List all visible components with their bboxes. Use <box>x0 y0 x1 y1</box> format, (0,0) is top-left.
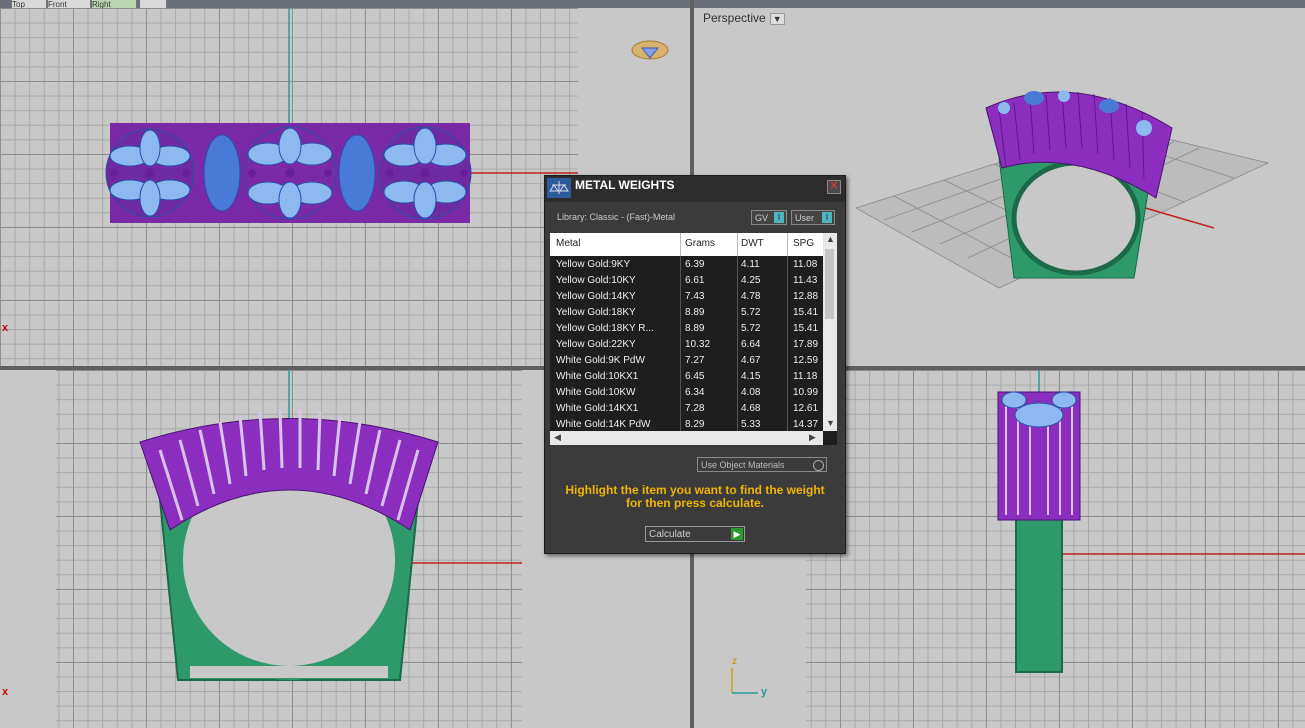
scroll-up-icon[interactable]: ▲ <box>826 234 835 244</box>
close-icon[interactable]: ✕ <box>827 180 841 194</box>
axis-x-marker-front: x <box>2 686 9 698</box>
cell-grams: 7.27 <box>685 355 705 366</box>
table-row[interactable]: Yellow Gold:18KY R... 8.89 5.72 15.41 <box>550 321 823 337</box>
cell-metal: Yellow Gold:9KY <box>556 259 631 270</box>
cell-metal: Yellow Gold:18KY R... <box>556 323 654 334</box>
cell-dwt: 5.72 <box>741 307 761 318</box>
cell-grams: 8.89 <box>685 323 705 334</box>
scroll-left-icon[interactable]: ◀ <box>554 432 561 443</box>
col-spg[interactable]: SPG <box>793 238 814 249</box>
scroll-thumb[interactable] <box>825 249 834 319</box>
col-metal[interactable]: Metal <box>556 238 580 249</box>
table-row[interactable]: Yellow Gold:10KY 6.61 4.25 11.43 <box>550 273 823 289</box>
col-dwt[interactable]: DWT <box>741 238 764 249</box>
cell-spg: 11.08 <box>793 259 818 270</box>
viewport-tab-bar: Top Front Right <box>0 0 1305 8</box>
cell-dwt: 5.72 <box>741 323 761 334</box>
axis-x-marker: x <box>2 322 9 334</box>
scale-logo-icon <box>547 178 571 198</box>
table-row[interactable]: White Gold:10KX1 6.45 4.15 11.18 <box>550 369 823 385</box>
table-header: Metal Grams DWT SPG <box>550 233 823 256</box>
table-vertical-scrollbar[interactable]: ▲ ▼ <box>823 233 837 431</box>
table-row[interactable]: Yellow Gold:22KY 10.32 6.64 17.89 <box>550 337 823 353</box>
cell-spg: 12.88 <box>793 291 819 302</box>
table-row[interactable]: White Gold:10KW 6.34 4.08 10.99 <box>550 385 823 401</box>
cell-metal: Yellow Gold:18KY <box>556 307 636 318</box>
cell-spg: 12.61 <box>793 403 819 414</box>
tab-front[interactable]: Front <box>48 0 91 8</box>
cell-grams: 6.61 <box>685 275 705 286</box>
metal-weights-dialog: METAL WEIGHTS ✕ Library: Classic - (Fast… <box>544 175 846 554</box>
tab-extra[interactable] <box>140 0 167 8</box>
cell-dwt: 4.25 <box>741 275 761 286</box>
play-icon[interactable]: ▶ <box>731 528 743 540</box>
calculate-button[interactable]: Calculate ▶ <box>645 526 745 542</box>
scroll-right-icon[interactable]: ▶ <box>809 432 816 443</box>
cell-metal: White Gold:10KW <box>556 387 636 398</box>
cell-dwt: 5.33 <box>741 419 761 430</box>
cell-dwt: 4.78 <box>741 291 761 302</box>
col-grams[interactable]: Grams <box>685 238 715 249</box>
cell-spg: 10.99 <box>793 387 819 398</box>
cell-grams: 8.89 <box>685 307 705 318</box>
cell-metal: White Gold:10KX1 <box>556 371 639 382</box>
cell-grams: 8.29 <box>685 419 705 430</box>
cell-grams: 6.34 <box>685 387 705 398</box>
cell-grams: 7.28 <box>685 403 705 414</box>
table-row[interactable]: Yellow Gold:18KY 8.89 5.72 15.41 <box>550 305 823 321</box>
cell-spg: 11.18 <box>793 371 818 382</box>
cell-metal: Yellow Gold:14KY <box>556 291 636 302</box>
metal-table: Metal Grams DWT SPG Yellow Gold:9KY 6.39 4… <box>550 233 837 445</box>
cell-spg: 14.37 <box>793 419 819 430</box>
table-row[interactable]: Yellow Gold:9KY 6.39 4.11 11.08 <box>550 257 823 273</box>
cell-metal: Yellow Gold:10KY <box>556 275 636 286</box>
dialog-title-bar[interactable]: METAL WEIGHTS ✕ <box>545 176 845 202</box>
cell-dwt: 4.15 <box>741 371 761 382</box>
cell-grams: 6.39 <box>685 259 705 270</box>
cell-metal: Yellow Gold:22KY <box>556 339 636 350</box>
table-row[interactable]: Yellow Gold:14KY 7.43 4.78 12.88 <box>550 289 823 305</box>
scroll-down-icon[interactable]: ▼ <box>826 418 835 428</box>
use-object-materials-toggle[interactable]: Use Object Materials <box>697 457 827 472</box>
cell-metal: White Gold:14K PdW <box>556 419 651 430</box>
cell-dwt: 4.68 <box>741 403 761 414</box>
cell-metal: White Gold:9K PdW <box>556 355 645 366</box>
cell-grams: 7.43 <box>685 291 705 302</box>
cell-spg: 15.41 <box>793 323 819 334</box>
tab-right[interactable]: Right <box>92 0 137 8</box>
gv-toggle[interactable]: GV I <box>751 210 787 225</box>
table-row[interactable]: White Gold:14KX1 7.28 4.68 12.61 <box>550 401 823 417</box>
cell-dwt: 4.11 <box>741 259 760 270</box>
user-toggle[interactable]: User I <box>791 210 835 225</box>
cell-dwt: 4.08 <box>741 387 761 398</box>
cell-spg: 15.41 <box>793 307 819 318</box>
cell-dwt: 6.64 <box>741 339 761 350</box>
cell-spg: 12.59 <box>793 355 819 366</box>
cell-grams: 6.45 <box>685 371 705 382</box>
table-row[interactable]: White Gold:9K PdW 7.27 4.67 12.59 <box>550 353 823 369</box>
cell-spg: 17.89 <box>793 339 819 350</box>
cell-dwt: 4.67 <box>741 355 761 366</box>
table-horizontal-scrollbar[interactable]: ◀ ▶ <box>550 431 823 445</box>
library-label: Library: Classic - (Fast)-Metal <box>557 212 676 222</box>
cell-metal: White Gold:14KX1 <box>556 403 639 414</box>
hint-text: Highlight the item you want to find the … <box>565 483 825 510</box>
gizmo-z-label: z <box>732 656 737 667</box>
cell-spg: 11.43 <box>793 275 818 286</box>
gizmo-y-label: y <box>761 686 768 698</box>
dialog-title: METAL WEIGHTS <box>575 178 675 192</box>
tab-top[interactable]: Top <box>12 0 47 8</box>
cell-grams: 10.32 <box>685 339 711 350</box>
